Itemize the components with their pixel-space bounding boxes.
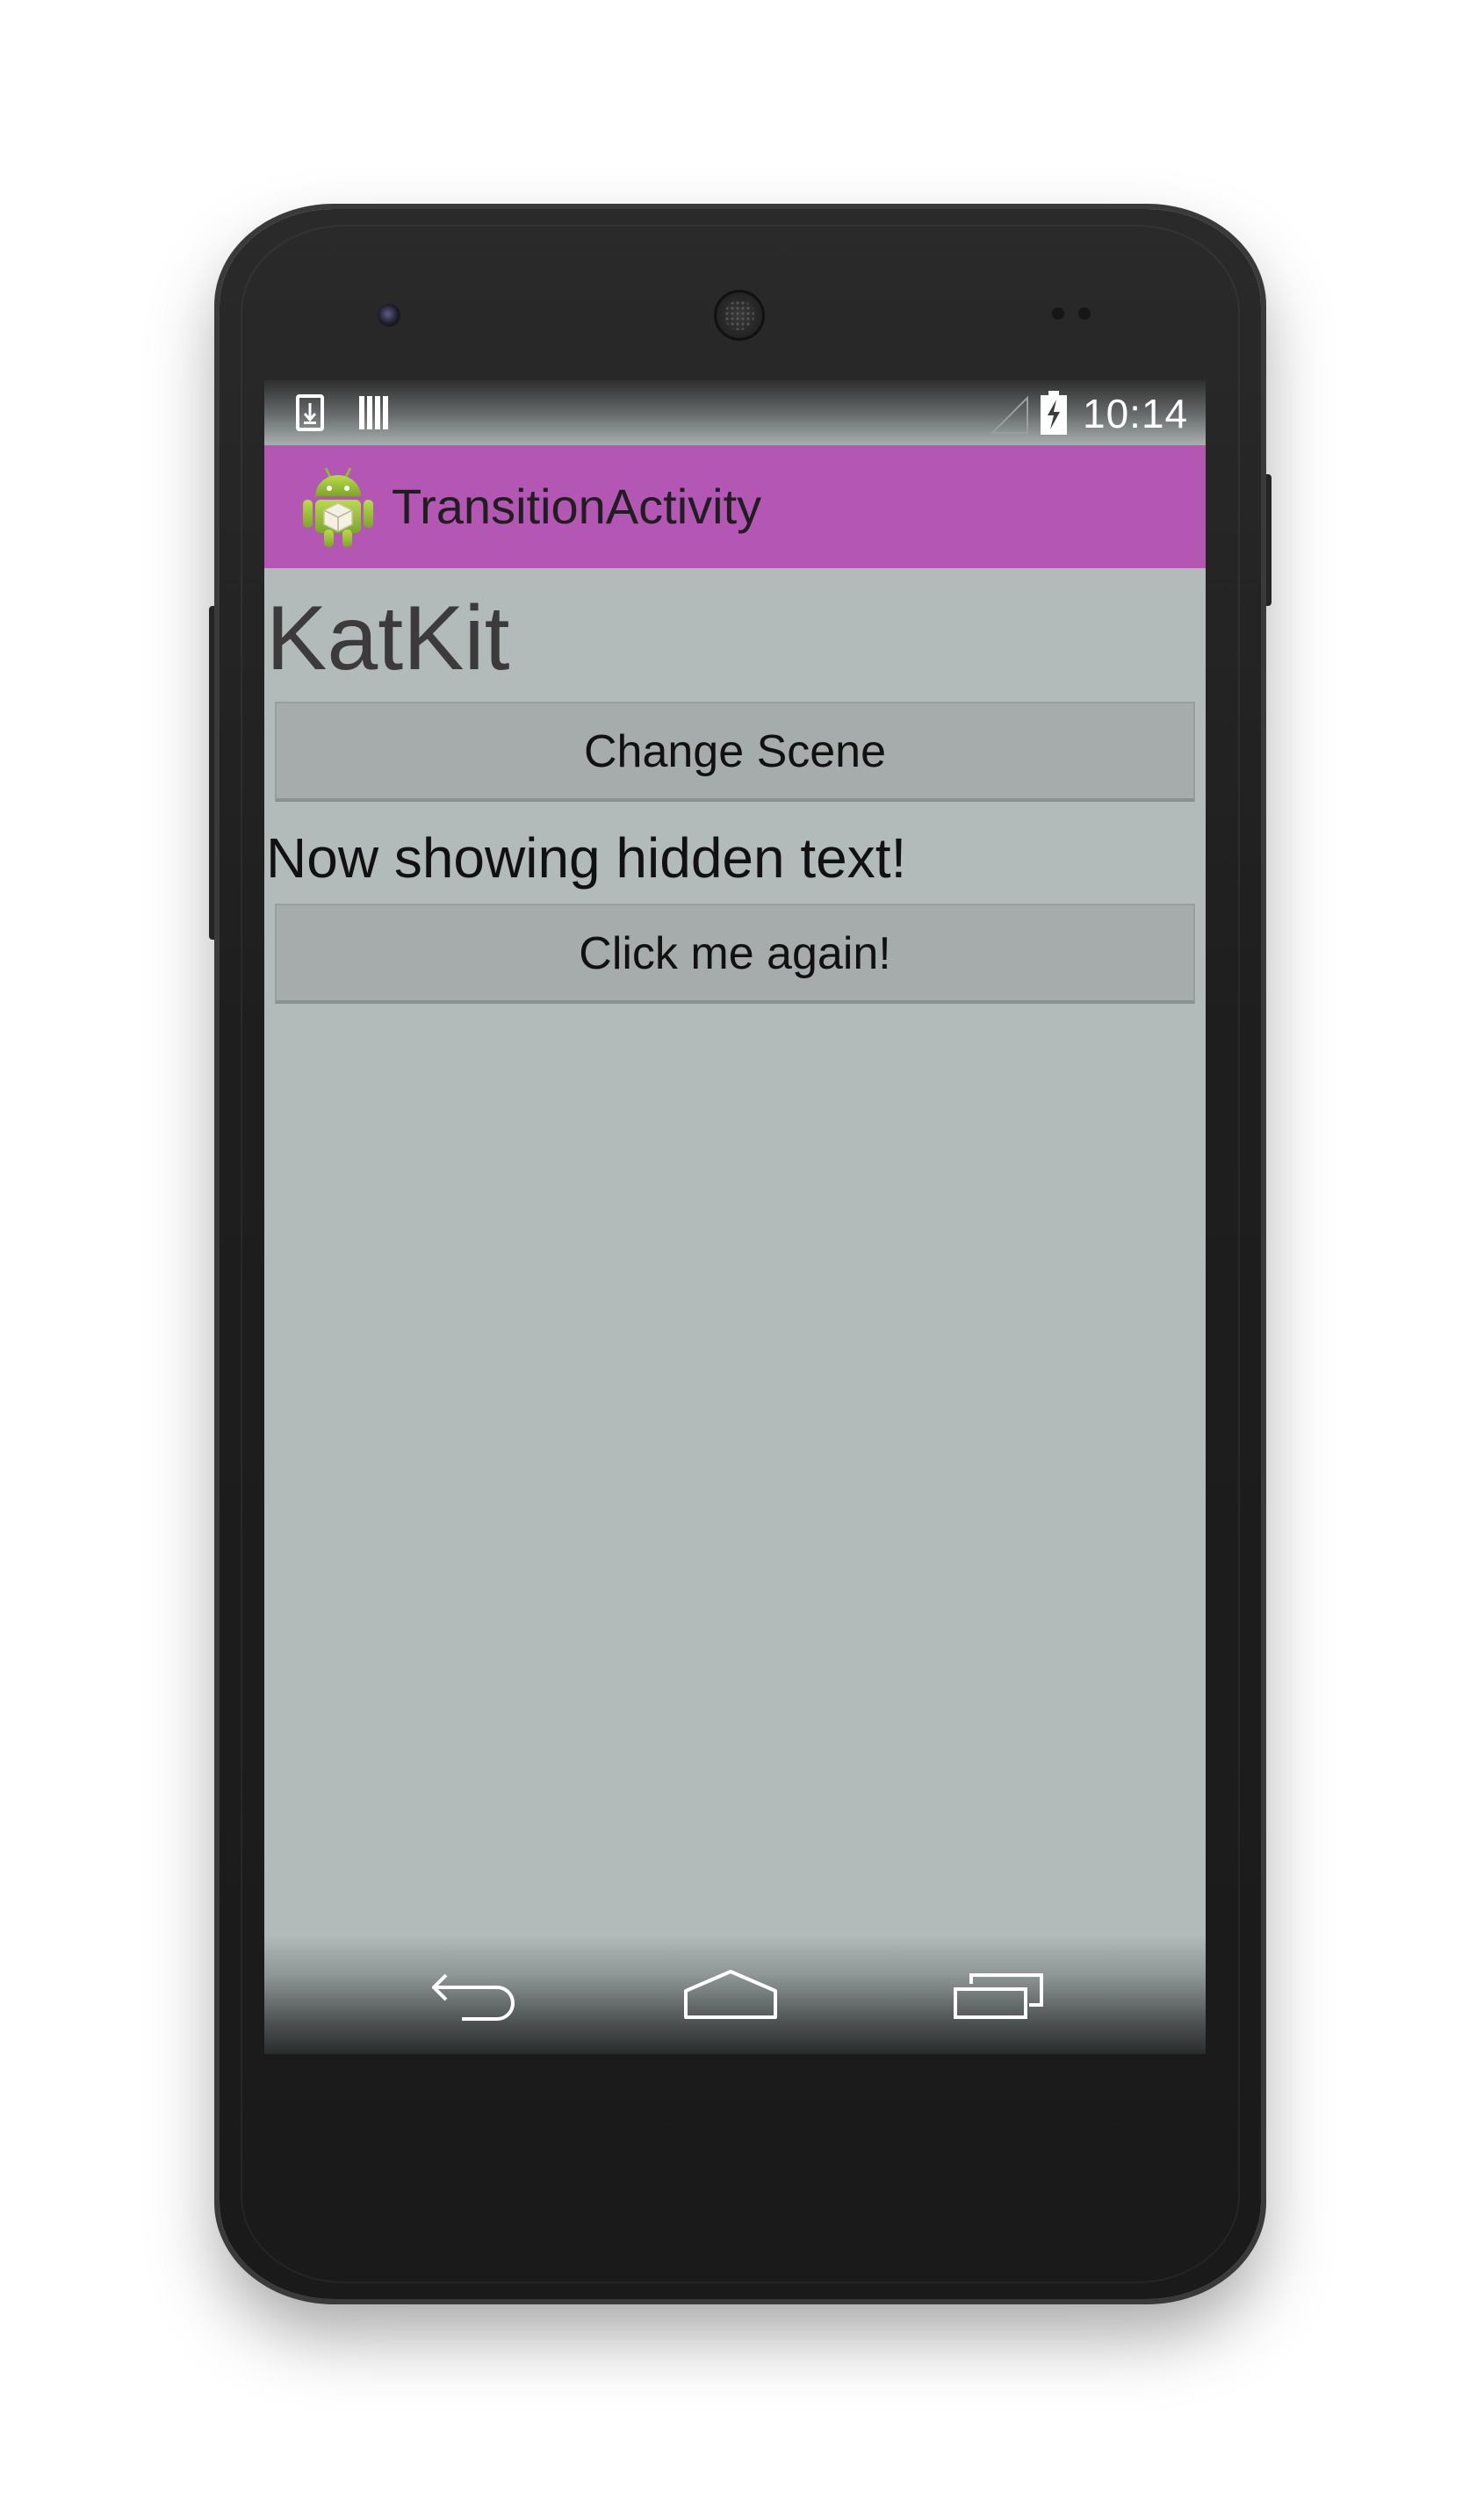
navigation-bar <box>264 1935 1206 2054</box>
screen: 10:14 TransitionActivity KatKit Change S… <box>264 380 1206 2054</box>
recent-apps-icon[interactable] <box>950 1959 1047 2021</box>
change-scene-button[interactable]: Change Scene <box>275 702 1195 802</box>
back-icon[interactable] <box>427 1959 523 2021</box>
headline-text: KatKit <box>266 588 510 689</box>
status-clock: 10:14 <box>1083 391 1189 436</box>
device-stage: 10:14 TransitionActivity KatKit Change S… <box>0 0 1484 2509</box>
front-camera <box>378 304 400 327</box>
hidden-text-label: Now showing hidden text! <box>266 826 907 890</box>
click-me-again-button[interactable]: Click me again! <box>275 904 1195 1004</box>
home-icon[interactable] <box>682 1959 779 2021</box>
battery-charging-icon <box>1041 391 1067 435</box>
action-bar: TransitionActivity <box>264 445 1206 568</box>
light-sensor <box>1078 307 1091 320</box>
power-button <box>1259 474 1271 606</box>
action-bar-title: TransitionActivity <box>392 479 762 534</box>
status-bar: 10:14 <box>264 380 1206 445</box>
earpiece-speaker <box>714 290 765 341</box>
android-app-icon[interactable] <box>299 465 377 549</box>
signal-icon <box>991 396 1028 434</box>
storage-icon <box>359 396 388 429</box>
proximity-sensor <box>1052 307 1064 320</box>
download-icon <box>296 394 324 431</box>
